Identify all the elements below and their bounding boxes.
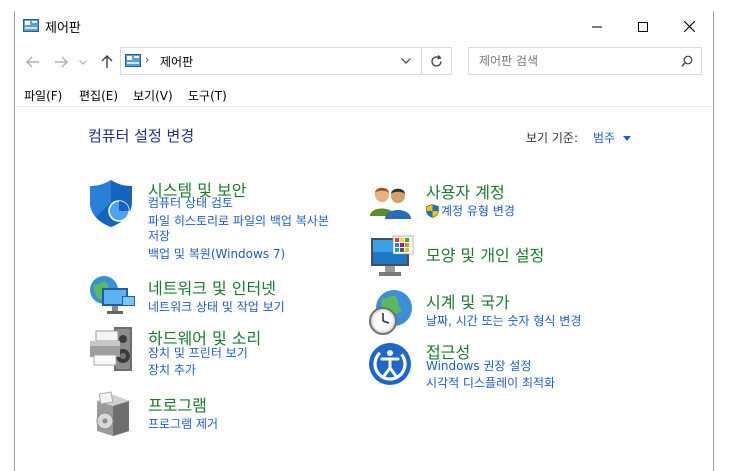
- search-icon[interactable]: [681, 55, 693, 67]
- category-network-internet[interactable]: 네트워크 및 인터넷: [148, 275, 276, 299]
- control-panel-window: 제어판 › 제어판 제어판 검색 파일(F) 편집(E) 보기(V) 도구(T)…: [14, 11, 714, 471]
- back-button[interactable]: [22, 51, 44, 73]
- category-programs[interactable]: 프로그램: [148, 392, 207, 416]
- shield-icon[interactable]: [88, 178, 134, 228]
- view-by-dropdown[interactable]: 범주: [593, 129, 631, 146]
- category-clock-region[interactable]: 시계 및 국가: [426, 289, 510, 313]
- link-backup-restore[interactable]: 백업 및 복원(Windows 7): [148, 246, 285, 262]
- menu-edit[interactable]: 편집(E): [79, 87, 118, 104]
- title-bar: 제어판: [15, 11, 713, 42]
- link-windows-recommended[interactable]: Windows 권장 설정: [426, 358, 531, 374]
- breadcrumb-separator-icon: ›: [145, 53, 150, 66]
- printer-speaker-icon[interactable]: [88, 325, 136, 375]
- refresh-icon: [431, 54, 442, 67]
- clock-globe-icon[interactable]: [368, 288, 414, 336]
- recent-locations-button[interactable]: [76, 51, 90, 73]
- view-by-label: 보기 기준:: [526, 131, 579, 145]
- view-by-value: 범주: [593, 131, 616, 145]
- up-button[interactable]: [96, 51, 118, 73]
- refresh-button[interactable]: [422, 47, 452, 75]
- link-network-status[interactable]: 네트워크 상태 및 작업 보기: [148, 299, 285, 315]
- link-file-history-cont[interactable]: 저장: [148, 228, 170, 244]
- link-add-device[interactable]: 장치 추가: [148, 362, 196, 378]
- forward-arrow-icon: [55, 56, 68, 68]
- maximize-button[interactable]: [620, 11, 666, 42]
- page-title: 컴퓨터 설정 변경: [88, 127, 195, 145]
- program-box-icon[interactable]: [93, 391, 133, 437]
- globe-monitors-icon[interactable]: [88, 274, 136, 318]
- chevron-down-icon: [79, 59, 87, 65]
- address-bar[interactable]: › 제어판: [120, 47, 422, 75]
- search-box: [468, 47, 702, 75]
- chevron-down-icon: [401, 58, 411, 64]
- category-appearance[interactable]: 모양 및 개인 설정: [426, 242, 544, 266]
- link-date-time-format[interactable]: 날짜, 시간 또는 숫자 형식 변경: [426, 313, 581, 329]
- users-icon[interactable]: [368, 182, 412, 222]
- address-dropdown-button[interactable]: [401, 58, 411, 64]
- minimize-button[interactable]: [574, 11, 620, 42]
- menu-view[interactable]: 보기(V): [133, 87, 173, 104]
- menu-bar: 파일(F) 편집(E) 보기(V) 도구(T): [15, 84, 713, 106]
- link-uninstall-program[interactable]: 프로그램 제거: [148, 416, 218, 432]
- ease-of-access-icon[interactable]: [368, 341, 412, 387]
- navigation-bar: › 제어판: [15, 45, 713, 79]
- dropdown-arrow-icon: [622, 136, 631, 141]
- close-button[interactable]: [666, 11, 712, 42]
- link-file-history[interactable]: 파일 히스토리로 파일의 백업 복사본: [148, 213, 329, 229]
- menu-tools[interactable]: 도구(T): [188, 87, 227, 104]
- back-arrow-icon: [26, 56, 39, 68]
- search-input[interactable]: [477, 53, 671, 69]
- monitor-palette-icon[interactable]: [369, 234, 415, 280]
- link-devices-printers[interactable]: 장치 및 프린터 보기: [148, 345, 248, 361]
- control-panel-icon: [23, 19, 39, 32]
- breadcrumb-item[interactable]: 제어판: [160, 53, 193, 70]
- divider: [15, 106, 713, 107]
- link-review-status[interactable]: 컴퓨터 상태 검토: [148, 195, 233, 211]
- control-panel-icon: [125, 54, 141, 67]
- menu-file[interactable]: 파일(F): [24, 87, 62, 104]
- link-optimize-display[interactable]: 시각적 디스플레이 최적화: [426, 375, 555, 391]
- category-user-accounts[interactable]: 사용자 계정: [426, 179, 505, 203]
- uac-shield-icon: [426, 204, 439, 218]
- forward-button[interactable]: [50, 51, 72, 73]
- up-arrow-icon: [101, 55, 113, 68]
- link-change-account-type[interactable]: 계정 유형 변경: [441, 203, 515, 219]
- window-title: 제어판: [45, 21, 81, 36]
